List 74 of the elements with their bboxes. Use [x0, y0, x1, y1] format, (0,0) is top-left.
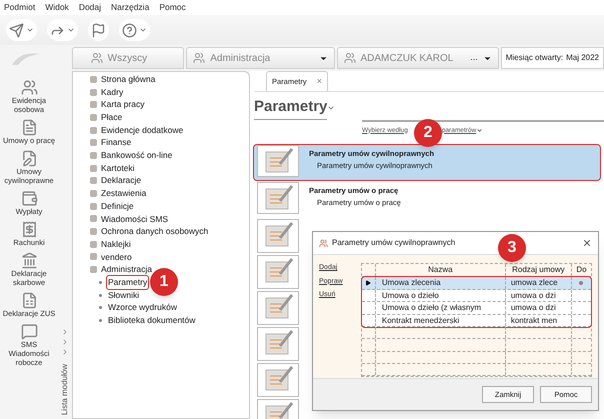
module-icon: [20, 252, 38, 269]
table-cell: kontrakt men: [506, 314, 572, 326]
bullet-icon: [99, 294, 102, 297]
caret-icon: [476, 126, 484, 134]
tree-item[interactable]: Deklaracje: [89, 174, 249, 188]
people-icon: [90, 52, 103, 64]
tree-item[interactable]: Kadry: [89, 86, 249, 98]
tree-item[interactable]: Zestawienia: [89, 187, 249, 200]
table-row[interactable]: Umowa zlecenia umowa zlece: [362, 277, 591, 290]
module-icon: [20, 150, 38, 167]
tree-item[interactable]: Słowniki: [107, 288, 140, 302]
people-icon: [193, 52, 206, 64]
column-header[interactable]: Nazwa: [376, 264, 506, 276]
row-pointer-icon: [365, 280, 372, 286]
table-cell: Umowa o dzieło (z własnym: [376, 302, 506, 314]
column-header[interactable]: Rodzaj umowy: [506, 264, 572, 276]
caret-icon: [26, 26, 34, 34]
tree-item[interactable]: Ochrona danych osobowych: [89, 225, 249, 238]
close-button[interactable]: ×: [316, 74, 322, 88]
table-cell: Umowa zlecenia: [376, 277, 506, 288]
module-icon: [20, 119, 38, 136]
module-icon: [20, 190, 38, 207]
tree-item[interactable]: Bankowość on-line: [89, 149, 249, 162]
toolbar-icon: [122, 22, 137, 38]
menu-item[interactable]: Widok: [45, 1, 69, 14]
table-row[interactable]: Kontrakt menedżerski kontrakt men: [362, 314, 591, 327]
table-cell: umowa o dzi: [506, 290, 572, 301]
table-cell: Kontrakt menedżerski: [376, 314, 506, 326]
app-icon: [319, 238, 328, 248]
tree-item[interactable]: Płace: [89, 111, 249, 124]
tree-item[interactable]: Wzorce wydruków: [107, 301, 178, 314]
toolbar-button[interactable]: [88, 19, 109, 41]
page-heading[interactable]: Parametry: [254, 96, 328, 120]
menu-item[interactable]: Dodaj: [78, 1, 102, 14]
toolbar-button[interactable]: [6, 19, 37, 41]
bullet-icon: [99, 280, 102, 284]
module-list-label: Lista modułów: [59, 364, 70, 415]
module-icon: [20, 292, 38, 309]
table-row[interactable]: Umowa o dzieło (z własnym umowa o dzi: [362, 302, 591, 314]
toolbar-button[interactable]: [47, 19, 78, 41]
tree-item[interactable]: Parametry: [107, 276, 148, 289]
tree-item[interactable]: Karta pracy: [89, 98, 249, 112]
toolbar-icon: [91, 22, 106, 38]
dialog-title: Parametry umów cywilnoprawnych: [332, 237, 456, 249]
table-cell: Umowa o dzieło: [376, 290, 506, 301]
menu-item[interactable]: Narzędzia: [111, 1, 150, 14]
tree-item[interactable]: Definicje: [89, 200, 249, 213]
caret-icon: [67, 26, 75, 34]
toolbar-button[interactable]: [119, 19, 150, 41]
module-icon: [20, 221, 38, 238]
tree-item[interactable]: Kartoteki: [89, 162, 249, 174]
bullet-icon: [99, 318, 102, 322]
module-icon: [20, 79, 38, 96]
table-row[interactable]: Umowa o dzieło umowa o dzi: [362, 290, 591, 302]
tree-item[interactable]: Strona główna: [89, 73, 249, 86]
tree-item[interactable]: Finanse: [89, 136, 249, 150]
menu-item[interactable]: Pomoc: [159, 1, 186, 14]
tree-item[interactable]: Ewidencje dodatkowe: [89, 124, 249, 136]
table-cell: umowa o dzi: [506, 302, 572, 314]
menu-item[interactable]: Podmiot: [4, 1, 36, 14]
table-cell: umowa zlece: [506, 277, 572, 288]
tree-item[interactable]: Biblioteka dokumentów: [107, 314, 196, 327]
module-icon: [20, 323, 38, 340]
bullet-icon: [99, 306, 102, 310]
tree-item[interactable]: Naklejki: [89, 238, 249, 251]
context-tab[interactable]: ADAMCZUK KAROL ...: [336, 47, 499, 69]
tree-item[interactable]: vendero: [89, 250, 249, 264]
people-icon: [344, 52, 356, 64]
close-icon[interactable]: [582, 238, 592, 248]
tree-item[interactable]: Wiadomości SMS: [89, 212, 249, 226]
open-month-label: Miesiąc otwarty: Maj 2022: [500, 47, 604, 69]
toolbar-icon: [9, 22, 24, 38]
column-header[interactable]: Do: [572, 264, 591, 276]
caret-icon: [139, 26, 147, 34]
